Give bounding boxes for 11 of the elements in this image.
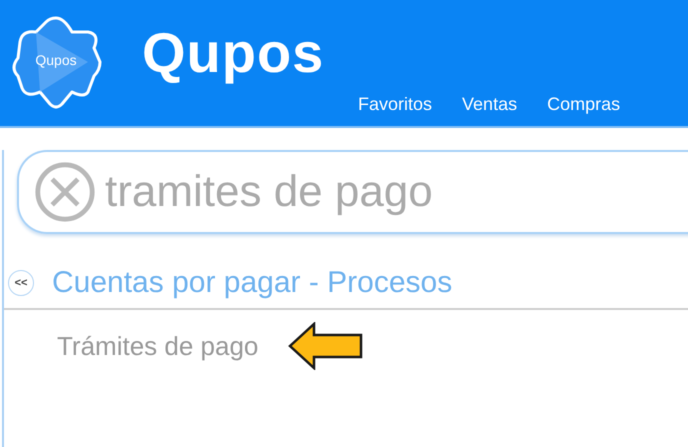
nav-link[interactable]: Compras bbox=[547, 94, 620, 115]
nav-link[interactable]: Ventas bbox=[462, 94, 518, 115]
menu-item[interactable]: Trámites de pago bbox=[57, 330, 258, 362]
logo-badge[interactable]: Qupos bbox=[6, 12, 106, 112]
brand-name: Qupos bbox=[142, 20, 324, 86]
back-button[interactable]: << bbox=[8, 270, 34, 296]
nav-link[interactable]: Favoritos bbox=[358, 94, 432, 115]
section-title: Cuentas por pagar - Procesos bbox=[52, 266, 452, 300]
search-field[interactable]: tramites de pago bbox=[17, 150, 688, 234]
logo-text: Qupos bbox=[34, 52, 78, 68]
clear-icon[interactable] bbox=[33, 160, 97, 224]
